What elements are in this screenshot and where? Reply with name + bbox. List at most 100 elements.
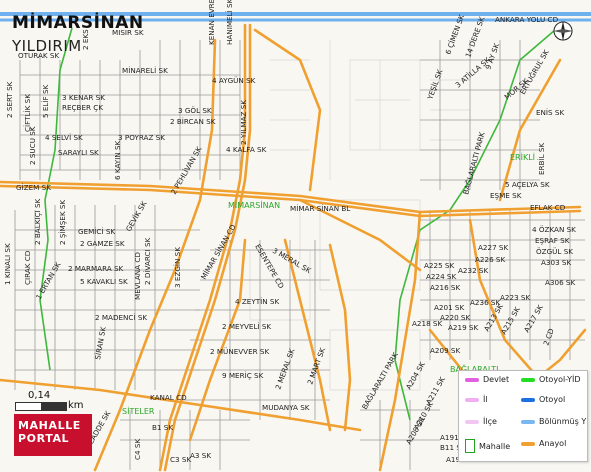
street-label: ENİS SK	[536, 108, 564, 117]
district-label: ERİKLİ	[510, 152, 535, 162]
street-label: A306 SK	[545, 278, 575, 287]
page-subtitle: YILDIRIM	[12, 37, 82, 55]
street-label: 2 MADENCİ SK	[95, 313, 147, 322]
street-label: 4 AYGÜN SK	[212, 76, 256, 85]
legend-label: Otoyol	[539, 395, 566, 404]
street-label: EFLAK CD	[530, 203, 566, 212]
legend-swatch	[465, 397, 479, 402]
legend-label: Devlet	[483, 375, 510, 384]
street-label: 6 KAYIN SK	[113, 140, 122, 180]
legend-item: Otoyol-YİD	[521, 375, 581, 384]
street-label: ÖZGÜL SK	[536, 247, 573, 256]
street-label: 4 ÖZKAN SK	[532, 225, 576, 234]
street-label: 2 SUCU SK	[28, 126, 37, 165]
street-label: 2 YILMAZ SK	[239, 100, 248, 145]
legend-item: Otoyol	[521, 395, 565, 404]
street-label: EŞRAF SK	[535, 236, 570, 245]
street-label: A209 SK	[430, 346, 460, 355]
street-label: 4 ZEYTİN SK	[235, 297, 279, 306]
street-label: 3 POYRAZ SK	[118, 133, 165, 142]
street-label: A223 SK	[500, 293, 530, 302]
street-label: ANKARA YOLU CD	[495, 15, 559, 24]
legend-label: Mahalle	[479, 441, 511, 451]
legend-swatch	[465, 419, 479, 424]
street-label: B1 SK	[152, 423, 173, 432]
street-label: A226 SK	[475, 255, 505, 264]
page-title: MİMARSİNAN	[12, 13, 144, 33]
street-label: GİZEM SK	[16, 183, 51, 192]
logo-line1: MAHALLE	[18, 419, 81, 432]
street-label: 2 DİVARCI SK	[143, 237, 152, 285]
street-label: A218 SK	[412, 319, 442, 328]
street-label: KANAL CD	[150, 393, 187, 402]
street-label: MİMAR SİNAN BL	[290, 204, 350, 213]
street-label: A3 SK	[190, 451, 211, 460]
street-label: 5 KAVAKLI SK	[80, 277, 128, 286]
legend-swatch	[465, 377, 479, 382]
street-label: C4 SK	[133, 439, 142, 460]
legend-swatch	[521, 441, 535, 446]
street-label: A216 SK	[430, 283, 460, 292]
street-label: ÇIRAK CD	[23, 250, 32, 285]
street-label: GEMİCİ SK	[78, 227, 115, 236]
street-label: A303 SK	[541, 258, 571, 267]
street-label: A232 SK	[458, 266, 488, 275]
street-label: MEVLANA CD	[133, 252, 142, 300]
street-label: ÇİFTLİK SK	[23, 94, 32, 132]
district-label: SİTELER	[122, 406, 155, 416]
logo-line2: PORTAL	[18, 432, 70, 445]
scale-value: 0,14	[28, 390, 51, 401]
street-label: 2 BALKIÇI SK	[33, 198, 42, 245]
legend-item: İlçe	[465, 417, 497, 426]
street-label: A225 SK	[424, 261, 454, 270]
compass-icon	[553, 21, 573, 41]
street-label: 9 MERİÇ SK	[222, 371, 264, 380]
legend-label: Bölünmüş Y	[539, 417, 587, 426]
street-label: MUDANYA SK	[262, 403, 310, 412]
street-label: 2 MEYVELİ SK	[222, 322, 271, 331]
street-label: 4 KALFA SK	[226, 145, 267, 154]
legend-label: Otoyol-YİD	[539, 375, 581, 384]
street-label: A219 SK	[448, 323, 478, 332]
street-label: C3 SK	[170, 455, 191, 464]
legend-item: İl	[465, 395, 488, 404]
street-label: 3 EZGİN SK	[173, 247, 182, 288]
street-label: EŞME SK	[490, 191, 522, 200]
street-label: A224 SK	[426, 272, 456, 281]
legend-label: İl	[483, 395, 488, 404]
street-label: 3 KENAR SK	[62, 93, 105, 102]
scale-bar	[15, 402, 67, 411]
street-label: 2 BİRCAN SK	[170, 117, 216, 126]
street-label: 2 MÜNEVVER SK	[210, 347, 269, 356]
legend-item: Mahalle	[465, 439, 510, 453]
legend-swatch	[521, 419, 535, 424]
legend-mahalle-box	[465, 439, 475, 453]
street-label: 2 SERT SK	[5, 81, 14, 118]
street-label: A227 SK	[478, 243, 508, 252]
street-label: KENAN EVREN CD	[207, 0, 216, 45]
legend-label: Anayol	[539, 439, 567, 448]
street-label: 2 ŞİMŞEK SK	[58, 200, 67, 245]
street-label: REÇBER ÇK	[62, 103, 103, 112]
street-label: 5 ELİF SK	[41, 84, 50, 118]
street-label: ERBİL SK	[537, 143, 546, 175]
street-label: 3 GÖL SK	[178, 106, 212, 115]
street-label: A201 SK	[434, 303, 464, 312]
street-label: MİNARELİ SK	[122, 66, 168, 75]
street-label: HANIMELİ SK	[225, 0, 234, 45]
legend-item: Bölünmüş Y	[521, 417, 586, 426]
street-label: 1 KINALI SK	[3, 243, 12, 285]
legend-item: Anayol	[521, 439, 566, 448]
mahalle-portal-logo[interactable]: MAHALLE PORTAL	[14, 414, 92, 456]
legend-label: İlçe	[483, 417, 497, 426]
street-label: SARAYLI SK	[58, 148, 99, 157]
street-label: 4 SELVİ SK	[45, 133, 83, 142]
street-label: A220 SK	[440, 313, 470, 322]
legend-swatch	[521, 377, 535, 382]
legend-swatch	[521, 397, 535, 402]
district-label: MİMARSİNAN	[228, 200, 280, 210]
scale-unit: km	[68, 400, 84, 411]
street-label: 2 GAMZE SK	[80, 239, 125, 248]
legend-item: Devlet	[465, 375, 509, 384]
map-legend: Devlet Otoyol-YİD İl Otoyol İlçe Bölünmü…	[458, 370, 588, 462]
